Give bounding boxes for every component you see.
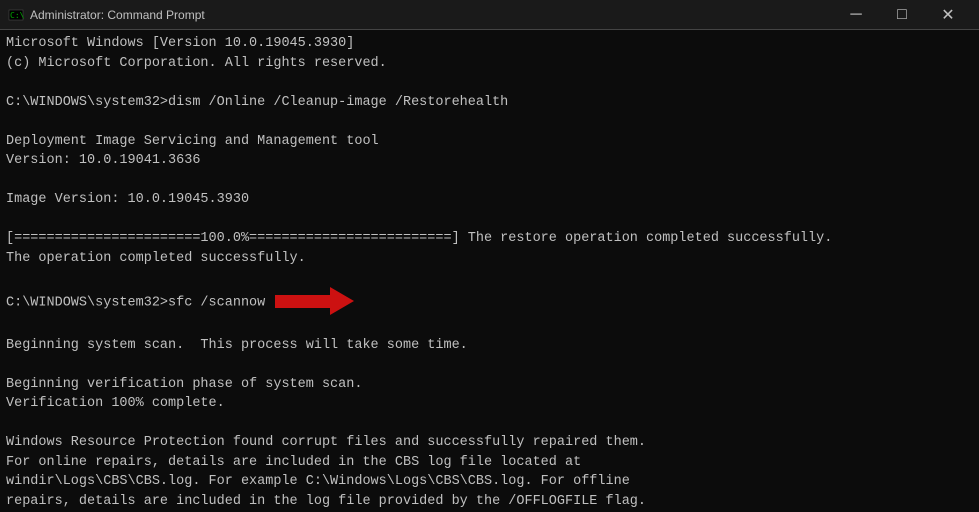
arrow-head	[330, 287, 354, 315]
line-8: Image Version: 10.0.19045.3930	[6, 190, 973, 210]
console-body: Microsoft Windows [Version 10.0.19045.39…	[0, 30, 979, 512]
line-10: [=======================100.0%==========…	[6, 229, 973, 249]
close-button[interactable]: ✕	[925, 0, 971, 30]
line-11: The operation completed successfully.	[6, 249, 973, 269]
window-title: Administrator: Command Prompt	[30, 8, 205, 22]
minimize-button[interactable]: ─	[833, 0, 879, 30]
line-12	[6, 269, 973, 289]
svg-text:C:\: C:\	[10, 11, 24, 20]
line-13: C:\WINDOWS\system32>sfc /scannow	[6, 288, 973, 316]
line-3: C:\WINDOWS\system32>dism /Online /Cleanu…	[6, 93, 973, 113]
window: C:\ Administrator: Command Prompt ─ □ ✕ …	[0, 0, 979, 512]
line-7	[6, 171, 973, 191]
line-14	[6, 316, 973, 336]
line-20: Windows Resource Protection found corrup…	[6, 433, 973, 453]
line-16	[6, 355, 973, 375]
arrow-shaft	[275, 295, 330, 308]
title-bar: C:\ Administrator: Command Prompt ─ □ ✕	[0, 0, 979, 30]
line-23: repairs, details are included in the log…	[6, 492, 973, 512]
title-bar-controls: ─ □ ✕	[833, 0, 971, 30]
line-1: (c) Microsoft Corporation. All rights re…	[6, 54, 973, 74]
sfc-command-text: C:\WINDOWS\system32>sfc /scannow	[6, 296, 265, 311]
cmd-icon: C:\	[8, 7, 24, 23]
line-22: windir\Logs\CBS\CBS.log. For example C:\…	[6, 472, 973, 492]
line-9	[6, 210, 973, 230]
line-0: Microsoft Windows [Version 10.0.19045.39…	[6, 34, 973, 54]
line-19	[6, 414, 973, 434]
line-18: Verification 100% complete.	[6, 394, 973, 414]
line-4	[6, 112, 973, 132]
line-6: Version: 10.0.19041.3636	[6, 151, 973, 171]
maximize-button[interactable]: □	[879, 0, 925, 30]
red-arrow-indicator	[275, 287, 354, 315]
line-15: Beginning system scan. This process will…	[6, 336, 973, 356]
title-bar-left: C:\ Administrator: Command Prompt	[8, 7, 205, 23]
line-21: For online repairs, details are included…	[6, 453, 973, 473]
line-17: Beginning verification phase of system s…	[6, 375, 973, 395]
line-5: Deployment Image Servicing and Managemen…	[6, 132, 973, 152]
line-2	[6, 73, 973, 93]
